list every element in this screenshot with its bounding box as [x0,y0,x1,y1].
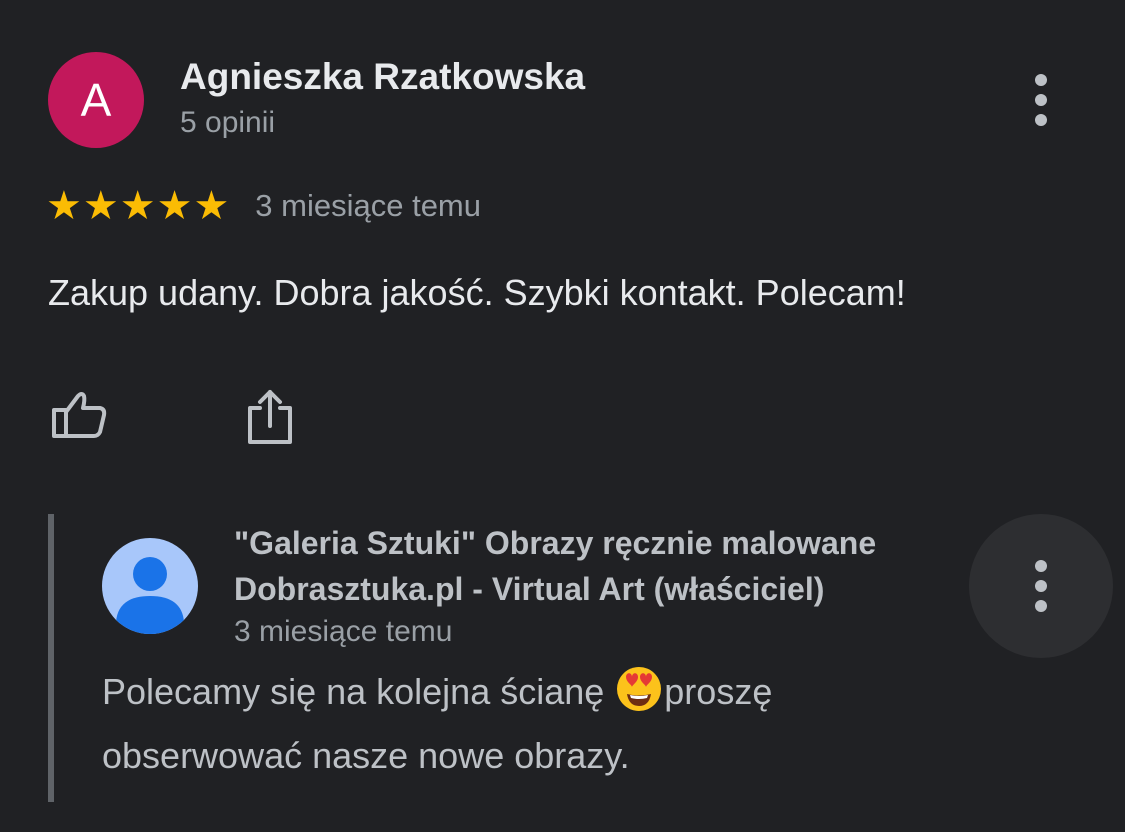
more-vert-icon [1021,556,1061,616]
star-icon: ★ [119,184,156,228]
more-vert-icon-dot [1035,114,1047,126]
share-icon [248,390,292,444]
review-more-options-button[interactable] [1021,70,1061,130]
owner-name[interactable]: "Galeria Sztuki" Obrazy ręcznie malowane… [234,520,954,612]
owner-reply-date: 3 miesiące temu [234,615,453,648]
owner-reply-text: Polecamy się na kolejna ścianę proszę ob… [102,664,962,784]
heart-eyes-emoji-icon [614,666,664,728]
reviewer-name[interactable]: Agnieszka Rzatkowska [180,56,585,98]
person-icon [116,557,184,634]
reviewer-avatar[interactable]: A [48,52,144,148]
review-date: 3 miesiące temu [255,188,482,223]
reply-text-part-1: Polecamy się na kolejna ścianę [102,671,615,712]
more-vert-icon-dot [1035,94,1047,106]
reviewer-review-count: 5 opinii [180,106,276,139]
more-vert-icon-dot [1035,580,1047,592]
thumb-up-icon [52,392,107,438]
share-button[interactable] [246,386,294,446]
more-vert-icon-dot [1035,600,1047,612]
review-text: Zakup udany. Dobra jakość. Szybki kontak… [48,272,906,313]
star-icon: ★ [193,184,230,228]
star-icon: ★ [46,184,82,228]
like-button[interactable] [50,388,110,444]
more-vert-icon-dot [1035,560,1047,572]
star-icon: ★ [82,184,119,228]
owner-reply-more-options-button[interactable] [969,514,1113,658]
reply-indent-bar [48,514,54,802]
more-vert-icon [1035,74,1047,86]
star-rating: ★ ★ ★ ★ ★ [46,186,229,226]
owner-avatar[interactable] [102,538,198,634]
rating-row: ★ ★ ★ ★ ★ 3 miesiące temu [46,184,481,228]
star-icon: ★ [156,184,193,228]
